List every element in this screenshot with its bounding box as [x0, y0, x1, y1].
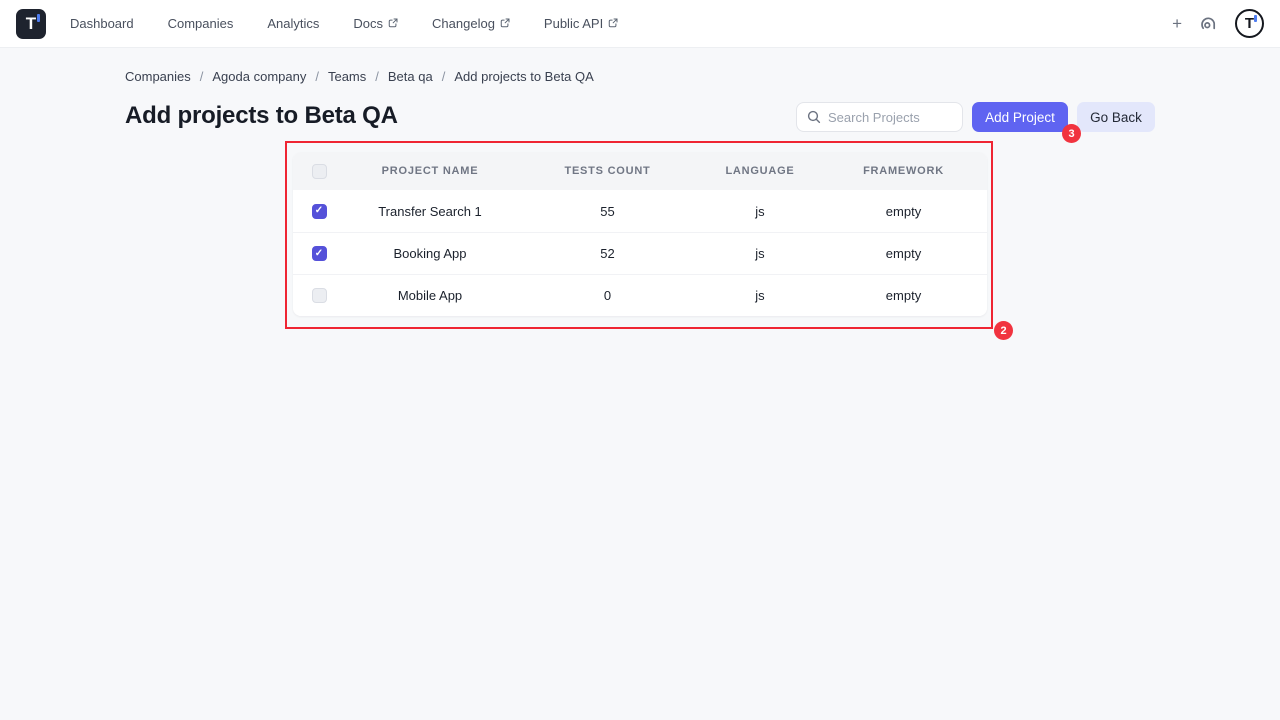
breadcrumb-separator: / [375, 69, 379, 84]
breadcrumb-item-current: Add projects to Beta QA [454, 69, 593, 84]
cell-framework: empty [820, 246, 987, 261]
nav-item-docs[interactable]: Docs [353, 16, 398, 31]
search-projects-input[interactable] [828, 110, 952, 125]
header-checkbox-cell [293, 164, 345, 179]
cell-project-name: Booking App [345, 246, 515, 261]
nav-item-label: Companies [168, 16, 234, 31]
cell-project-name: Mobile App [345, 288, 515, 303]
add-project-button[interactable]: Add Project [972, 102, 1068, 132]
nav-item-label: Dashboard [70, 16, 134, 31]
external-link-icon [500, 18, 510, 28]
nav-item-label: Docs [353, 16, 383, 31]
breadcrumb-item-companies[interactable]: Companies [125, 69, 191, 84]
whats-new-icon[interactable] [1200, 15, 1217, 32]
search-icon [807, 110, 821, 124]
nav-item-label: Changelog [432, 16, 495, 31]
page-title: Add projects to Beta QA [125, 102, 398, 130]
cell-project-name: Transfer Search 1 [345, 204, 515, 219]
table-row[interactable]: Transfer Search 1 55 js empty [293, 190, 987, 232]
external-link-icon [388, 18, 398, 28]
user-avatar[interactable]: T [1235, 9, 1264, 38]
cell-tests-count: 52 [515, 246, 700, 261]
search-projects-box [796, 102, 963, 132]
logo-accent-mark [37, 14, 40, 22]
top-navbar: T Dashboard Companies Analytics Docs Cha… [0, 0, 1280, 48]
add-new-icon[interactable]: + [1172, 15, 1182, 32]
row-checkbox[interactable] [312, 204, 327, 219]
nav-item-analytics[interactable]: Analytics [267, 16, 319, 31]
nav-item-companies[interactable]: Companies [168, 16, 234, 31]
annotation-badge-2: 2 [994, 321, 1013, 340]
row-checkbox-cell [293, 204, 345, 219]
avatar-accent-mark [1254, 15, 1257, 22]
table-row[interactable]: Booking App 52 js empty [293, 232, 987, 274]
nav-item-label: Analytics [267, 16, 319, 31]
breadcrumb: Companies / Agoda company / Teams / Beta… [125, 69, 594, 84]
go-back-button[interactable]: Go Back [1077, 102, 1155, 132]
app-logo[interactable]: T [16, 9, 46, 39]
nav-links: Dashboard Companies Analytics Docs Chang… [70, 16, 618, 31]
cell-framework: empty [820, 288, 987, 303]
select-all-checkbox[interactable] [312, 164, 327, 179]
column-header-project-name: PROJECT NAME [345, 165, 515, 177]
navbar-right-actions: + T [1172, 9, 1264, 38]
row-checkbox-cell [293, 288, 345, 303]
external-link-icon [608, 18, 618, 28]
cell-tests-count: 0 [515, 288, 700, 303]
breadcrumb-separator: / [200, 69, 204, 84]
cell-tests-count: 55 [515, 204, 700, 219]
breadcrumb-item-agoda-company[interactable]: Agoda company [212, 69, 306, 84]
breadcrumb-separator: / [442, 69, 446, 84]
breadcrumb-item-teams[interactable]: Teams [328, 69, 366, 84]
breadcrumb-separator: / [315, 69, 319, 84]
logo-letter: T [26, 14, 36, 34]
table-row[interactable]: Mobile App 0 js empty [293, 274, 987, 316]
projects-table: PROJECT NAME TESTS COUNT LANGUAGE FRAMEW… [293, 152, 987, 316]
row-checkbox[interactable] [312, 288, 327, 303]
nav-item-label: Public API [544, 16, 603, 31]
column-header-tests-count: TESTS COUNT [515, 165, 700, 177]
table-header-row: PROJECT NAME TESTS COUNT LANGUAGE FRAMEW… [293, 152, 987, 190]
nav-item-changelog[interactable]: Changelog [432, 16, 510, 31]
nav-item-public-api[interactable]: Public API [544, 16, 618, 31]
cell-language: js [700, 246, 820, 261]
nav-item-dashboard[interactable]: Dashboard [70, 16, 134, 31]
cell-language: js [700, 204, 820, 219]
breadcrumb-item-beta-qa[interactable]: Beta qa [388, 69, 433, 84]
row-checkbox[interactable] [312, 246, 327, 261]
column-header-language: LANGUAGE [700, 165, 820, 177]
cell-language: js [700, 288, 820, 303]
cell-framework: empty [820, 204, 987, 219]
column-header-framework: FRAMEWORK [820, 165, 987, 177]
avatar-letter: T [1245, 15, 1254, 32]
row-checkbox-cell [293, 246, 345, 261]
